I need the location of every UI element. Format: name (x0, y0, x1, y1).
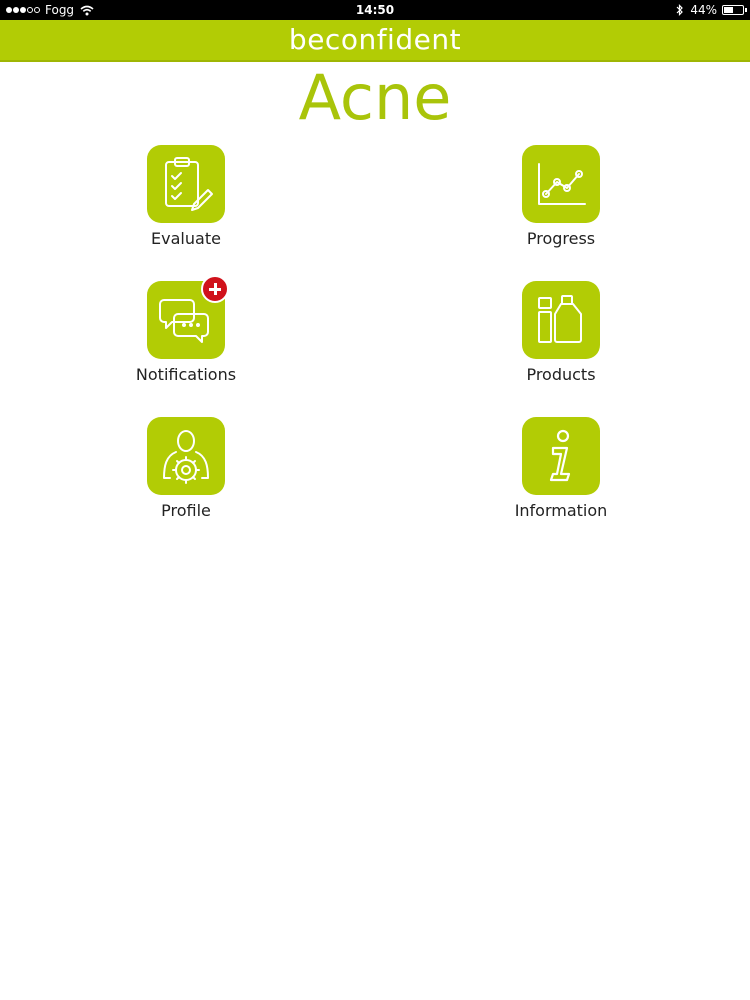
products-button[interactable]: Products (486, 281, 636, 384)
notifications-label: Notifications (135, 365, 237, 384)
clipboard-check-icon (165, 157, 213, 211)
progress-label: Progress (526, 229, 596, 248)
bluetooth-icon (676, 4, 684, 16)
notifications-tile (147, 275, 229, 359)
status-bar: Fogg 14:50 44% (0, 0, 750, 20)
evaluate-label: Evaluate (151, 229, 221, 248)
line-chart-icon (538, 163, 586, 205)
information-label: Information (514, 501, 608, 520)
brand-logo: beconfident (288, 23, 462, 56)
info-icon (549, 429, 571, 482)
evaluate-button[interactable]: Evaluate (111, 145, 261, 248)
progress-tile (522, 145, 600, 223)
products-tile (522, 281, 600, 359)
profile-tile (147, 417, 225, 495)
status-time: 14:50 (355, 3, 395, 17)
status-right: 44% (676, 0, 747, 20)
products-label: Products (526, 365, 596, 384)
notification-badge-icon (201, 275, 229, 303)
battery-icon (722, 5, 747, 15)
notifications-button[interactable]: Notifications (111, 275, 261, 384)
information-button[interactable]: Information (486, 417, 636, 520)
page-title: Acne (298, 61, 452, 134)
profile-label: Profile (161, 501, 211, 520)
information-tile (522, 417, 600, 495)
battery-percent: 44% (690, 3, 717, 17)
bottles-icon (538, 295, 582, 343)
progress-button[interactable]: Progress (486, 145, 636, 248)
user-gear-icon (163, 430, 209, 484)
brand-header: beconfident (0, 20, 750, 62)
profile-button[interactable]: Profile (111, 417, 261, 520)
evaluate-tile (147, 145, 225, 223)
